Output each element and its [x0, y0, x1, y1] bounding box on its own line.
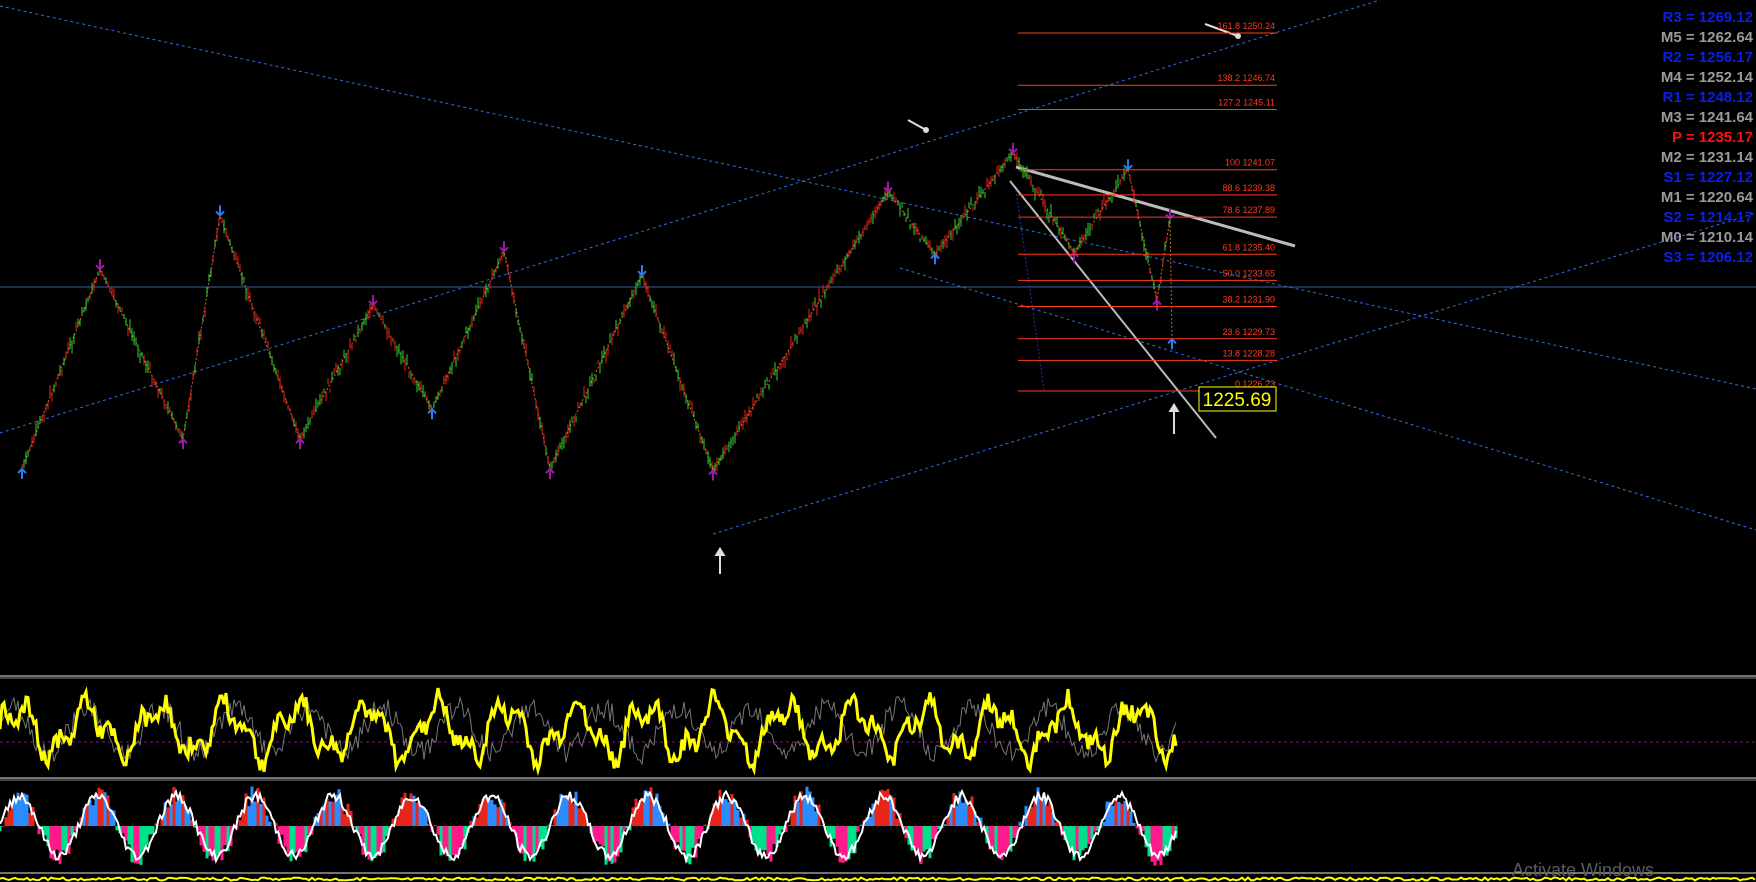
pivot-label: R1 = 1248.12	[1663, 89, 1754, 106]
pivot-label: M3 = 1241.64	[1661, 109, 1754, 126]
pivot-label: S3 = 1206.12	[1663, 249, 1753, 266]
trading-chart: 161.8 1250.24 138.2 1246.74 127.2 1245.11 1…	[0, 0, 1756, 882]
current-price-label: 1225.69	[1203, 390, 1272, 411]
pivot-label: M5 = 1262.64	[1661, 29, 1754, 46]
pivot-label: M2 = 1231.14	[1661, 149, 1754, 166]
pivot-label: M0 = 1210.14	[1661, 229, 1754, 246]
fib-level-label: 61.8 1235.40	[1222, 242, 1275, 252]
fib-level-label: 161.8 1250.24	[1217, 21, 1275, 31]
pivot-label: M1 = 1220.64	[1661, 189, 1754, 206]
fib-level-label: 13.8 1228.28	[1222, 348, 1275, 358]
pivot-label: P = 1235.17	[1672, 129, 1753, 146]
activate-windows-watermark: Activate Windows	[1512, 860, 1654, 880]
fib-level-label: 127.2 1245.11	[1218, 98, 1275, 108]
pivot-label: R2 = 1256.17	[1663, 49, 1754, 66]
fib-level-label: 100 1241.07	[1225, 158, 1275, 168]
fib-level-label: 78.6 1237.89	[1222, 205, 1275, 215]
fib-level-label: 138.2 1246.74	[1217, 73, 1275, 83]
current-price-tag: 1225.69	[1198, 386, 1277, 412]
pivot-label: S2 = 1214.17	[1663, 209, 1753, 226]
pivot-label: M4 = 1252.14	[1661, 69, 1754, 86]
fib-level-label: 88.6 1239.38	[1222, 183, 1275, 193]
pivot-label: S1 = 1227.12	[1663, 169, 1753, 186]
fib-level-label: 23.6 1229.73	[1222, 327, 1275, 337]
fib-level-label: 38.2 1231.90	[1222, 295, 1275, 305]
fib-level-label: 50.0 1233.65	[1222, 268, 1275, 278]
pivot-label: R3 = 1269.12	[1663, 9, 1754, 26]
